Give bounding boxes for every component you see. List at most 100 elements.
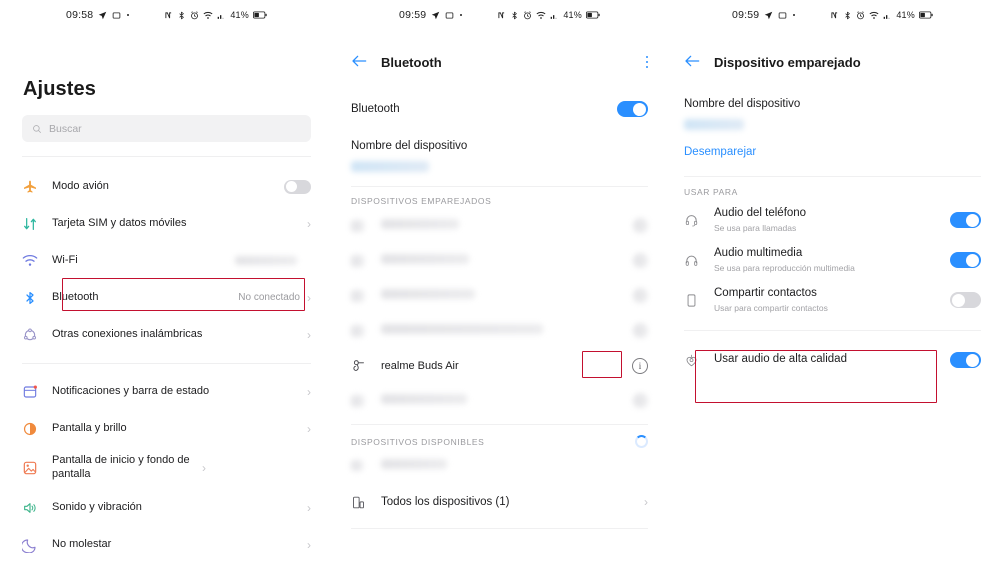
airplane-mode-toggle[interactable]: [284, 179, 311, 194]
hd-audio-row[interactable]: Usar audio de alta calidad: [666, 343, 999, 377]
sidebar-item-wifi[interactable]: Wi-Fi ›: [0, 242, 333, 279]
list-item-realme-buds-air[interactable]: realme Buds Air i: [333, 348, 666, 383]
list-item[interactable]: [333, 383, 666, 418]
list-item[interactable]: [333, 278, 666, 313]
chevron-right-icon: ›: [307, 384, 311, 399]
chevron-right-icon: ›: [307, 500, 311, 515]
device-icon-blurred: [351, 219, 381, 232]
sidebar-item-home-wallpaper[interactable]: Pantalla de inicio y fondo de pantalla ›: [0, 447, 333, 489]
screenshot-icon: [778, 11, 787, 20]
share-contacts-toggle[interactable]: [950, 292, 981, 308]
signal-icon: [883, 11, 891, 20]
sidebar-item-other-wireless[interactable]: Otras conexiones inalámbricas ›: [0, 316, 333, 353]
sidebar-item-label: No molestar: [52, 537, 112, 550]
kebab-menu-icon[interactable]: [645, 55, 648, 69]
phone-audio-toggle[interactable]: [950, 212, 981, 228]
sound-icon: [22, 500, 52, 516]
available-devices-header: DISPOSITIVOS DISPONIBLES: [333, 435, 666, 448]
list-item[interactable]: [333, 243, 666, 278]
brightness-icon: [22, 421, 52, 437]
device-name-blurred: [381, 219, 633, 232]
status-bar-left: 09:59: [399, 9, 463, 21]
sidebar-item-bluetooth[interactable]: Bluetooth No conectado ›: [0, 279, 333, 316]
hd-audio-toggle[interactable]: [950, 352, 981, 368]
info-button-blurred[interactable]: [633, 323, 648, 338]
device-icon-blurred: [351, 394, 381, 407]
bluetooth-toggle-row[interactable]: Bluetooth: [333, 94, 666, 124]
navigation-icon: [98, 11, 107, 20]
search-icon: [32, 124, 42, 134]
share-contacts-row[interactable]: Compartir contactos Usar para compartir …: [666, 280, 999, 320]
battery-icon: [918, 11, 933, 19]
bluetooth-icon: [177, 11, 186, 20]
list-item[interactable]: [333, 313, 666, 348]
battery-icon: [252, 11, 267, 19]
device-name-row[interactable]: Nombre del dispositivo: [333, 136, 666, 156]
screenshot-icon: [112, 11, 121, 20]
status-bar-clock: 09:58: [66, 9, 94, 21]
media-audio-row[interactable]: Audio multimedia Se usa para reproducció…: [666, 240, 999, 280]
bluetooth-status-value: No conectado: [238, 292, 300, 303]
divider: [351, 424, 648, 425]
scanning-spinner-icon: [635, 435, 648, 448]
unpair-button[interactable]: Desemparejar: [684, 146, 981, 158]
sidebar-item-airplane-mode[interactable]: Modo avión: [0, 168, 333, 205]
list-item[interactable]: [333, 450, 666, 480]
share-contacts-title: Compartir contactos: [714, 287, 817, 299]
sidebar-item-sound-vibration[interactable]: Sonido y vibración ›: [0, 489, 333, 526]
search-input[interactable]: Buscar: [22, 115, 311, 142]
all-devices-row[interactable]: Todos los dispositivos (1) ›: [333, 484, 666, 520]
info-button-blurred[interactable]: [633, 218, 648, 233]
bluetooth-icon: [843, 11, 852, 20]
chevron-right-icon: ›: [202, 461, 206, 475]
device-name: realme Buds Air: [381, 359, 459, 372]
status-bar-right: 41%: [164, 10, 267, 20]
media-audio-subtitle: Se usa para reproducción multimedia: [714, 262, 855, 273]
info-button-blurred[interactable]: [633, 288, 648, 303]
sidebar-item-label: Wi-Fi: [52, 253, 78, 266]
moon-icon: [22, 537, 52, 553]
chevron-right-icon: ›: [307, 327, 311, 342]
page-title: Dispositivo emparejado: [714, 54, 861, 70]
device-name-blurred: [381, 458, 648, 472]
back-arrow-icon[interactable]: [351, 54, 367, 71]
nfc-icon: [830, 11, 839, 20]
media-audio-title: Audio multimedia: [714, 247, 803, 259]
settings-group-network: Modo avión Tarjeta SIM y datos móviles ›…: [0, 157, 333, 353]
nfc-icon: [497, 11, 506, 20]
media-audio-toggle[interactable]: [950, 252, 981, 268]
bluetooth-toggle[interactable]: [617, 101, 648, 117]
hd-audio-icon: [684, 353, 714, 368]
search-placeholder: Buscar: [49, 122, 82, 135]
sidebar-item-label: Sonido y vibración: [52, 500, 142, 513]
device-info-button[interactable]: i: [632, 357, 648, 374]
chevron-right-icon: ›: [307, 290, 311, 305]
device-icon-blurred: [351, 254, 381, 267]
wireless-icon: [22, 327, 52, 343]
sidebar-item-do-not-disturb[interactable]: No molestar ›: [0, 526, 333, 563]
alarm-icon: [856, 10, 865, 20]
sidebar-item-notifications[interactable]: Notificaciones y barra de estado ›: [0, 373, 333, 410]
info-button-blurred[interactable]: [633, 253, 648, 268]
list-item[interactable]: [333, 208, 666, 243]
sidebar-item-sim-mobile-data[interactable]: Tarjeta SIM y datos móviles ›: [0, 205, 333, 242]
wifi-icon: [22, 253, 52, 268]
back-arrow-icon[interactable]: [684, 54, 700, 71]
chevron-right-icon: ›: [644, 495, 648, 509]
device-name-row: Nombre del dispositivo: [666, 94, 999, 114]
sidebar-item-label: Tarjeta SIM y datos móviles: [52, 216, 187, 229]
phone-audio-row[interactable]: Audio del teléfono Se usa para llamadas: [666, 200, 999, 240]
unpair-row[interactable]: Desemparejar: [666, 140, 999, 164]
wifi-icon: [869, 11, 879, 20]
alarm-icon: [523, 10, 532, 20]
phone-audio-subtitle: Se usa para llamadas: [714, 222, 797, 233]
wifi-value-blurred: [235, 256, 297, 265]
battery-percent: 41%: [230, 10, 249, 20]
hd-audio-title: Usar audio de alta calidad: [714, 353, 847, 366]
dot-icon: [126, 13, 130, 17]
status-bar-left: 09:58: [66, 9, 130, 21]
page-title: Ajustes: [23, 78, 96, 100]
battery-icon: [585, 11, 600, 19]
info-button-blurred[interactable]: [633, 393, 648, 408]
sidebar-item-display-brightness[interactable]: Pantalla y brillo ›: [0, 410, 333, 447]
